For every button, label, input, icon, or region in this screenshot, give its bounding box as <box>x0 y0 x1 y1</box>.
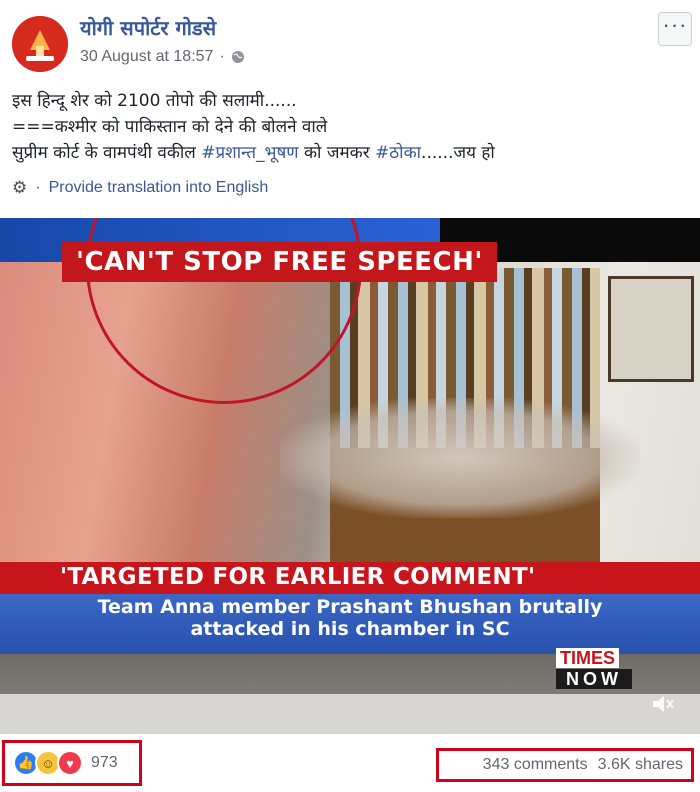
news-caption-line: attacked in his chamber in SC <box>190 618 510 640</box>
gear-icon: ⚙ <box>12 178 28 197</box>
post-meta: 30 August at 18:57 · <box>80 48 245 66</box>
video-player[interactable]: 'CAN'T STOP FREE SPEECH' 'TARGETED FOR E… <box>0 218 700 734</box>
post-message: इस हिन्दू शेर को 2100 तोपो की सलामी.....… <box>12 88 688 166</box>
post-text-segment: को जमकर <box>298 143 376 163</box>
page-logo-icon <box>12 16 68 72</box>
post-text-segment: ......जय हो <box>421 143 495 163</box>
speaker-muted-icon[interactable] <box>648 690 676 718</box>
hashtag-link[interactable]: #ठोका <box>375 143 421 163</box>
hashtag-link[interactable]: #प्रशान्त_भूषण <box>201 143 298 163</box>
globe-icon[interactable] <box>231 50 245 64</box>
reactions-summary[interactable]: 👍 ☺ ♥ 973 <box>2 740 142 786</box>
meta-separator: · <box>219 48 225 65</box>
post-timestamp[interactable]: 30 August at 18:57 <box>80 48 213 66</box>
more-options-button[interactable]: ··· <box>658 12 692 46</box>
video-picture-frame <box>608 276 694 382</box>
news-subheadline: 'TARGETED FOR EARLIER COMMENT' <box>60 564 536 590</box>
video-motion-blur <box>280 398 640 518</box>
post-text-line: इस हिन्दू शेर को 2100 तोपो की सलामी.....… <box>12 91 297 111</box>
post-text-line: सुप्रीम कोर्ट के वामपंथी वकील #प्रशान्त_… <box>12 140 688 166</box>
news-headline: 'CAN'T STOP FREE SPEECH' <box>62 242 497 282</box>
post-text-line: ===कश्मीर को पाकिस्तान को देने की बोलने … <box>12 117 328 137</box>
reaction-count[interactable]: 973 <box>91 754 118 772</box>
post-header: योगी सपोर्टर गोडसे 30 August at 18:57 · … <box>0 0 700 80</box>
engagement-counts: 343 comments 3.6K shares <box>436 748 694 782</box>
comments-count-link[interactable]: 343 comments <box>483 756 588 774</box>
ellipsis-icon: ··· <box>662 12 688 37</box>
translation-link-row[interactable]: ⚙ · Provide translation into English <box>12 178 268 198</box>
post-text-segment: सुप्रीम कोर्ट के वामपंथी वकील <box>12 143 202 163</box>
channel-logo-bottom: NOW <box>556 669 632 689</box>
channel-logo-top: TIMES <box>556 648 620 668</box>
page-name-link[interactable]: योगी सपोर्टर गोडसे <box>80 14 216 41</box>
news-caption: Team Anna member Prashant Bhushan brutal… <box>0 596 700 640</box>
video-desk <box>0 694 700 734</box>
post-footer: 👍 ☺ ♥ 973 343 comments 3.6K shares <box>0 734 700 792</box>
shares-count-link[interactable]: 3.6K shares <box>598 756 683 774</box>
love-icon: ♥ <box>57 750 83 776</box>
provide-translation-link[interactable]: Provide translation into English <box>49 179 269 197</box>
channel-logo: TIMES NOW <box>556 648 638 689</box>
translate-separator: · <box>35 179 41 196</box>
news-caption-line: Team Anna member Prashant Bhushan brutal… <box>97 596 603 618</box>
page-avatar[interactable] <box>12 16 68 72</box>
